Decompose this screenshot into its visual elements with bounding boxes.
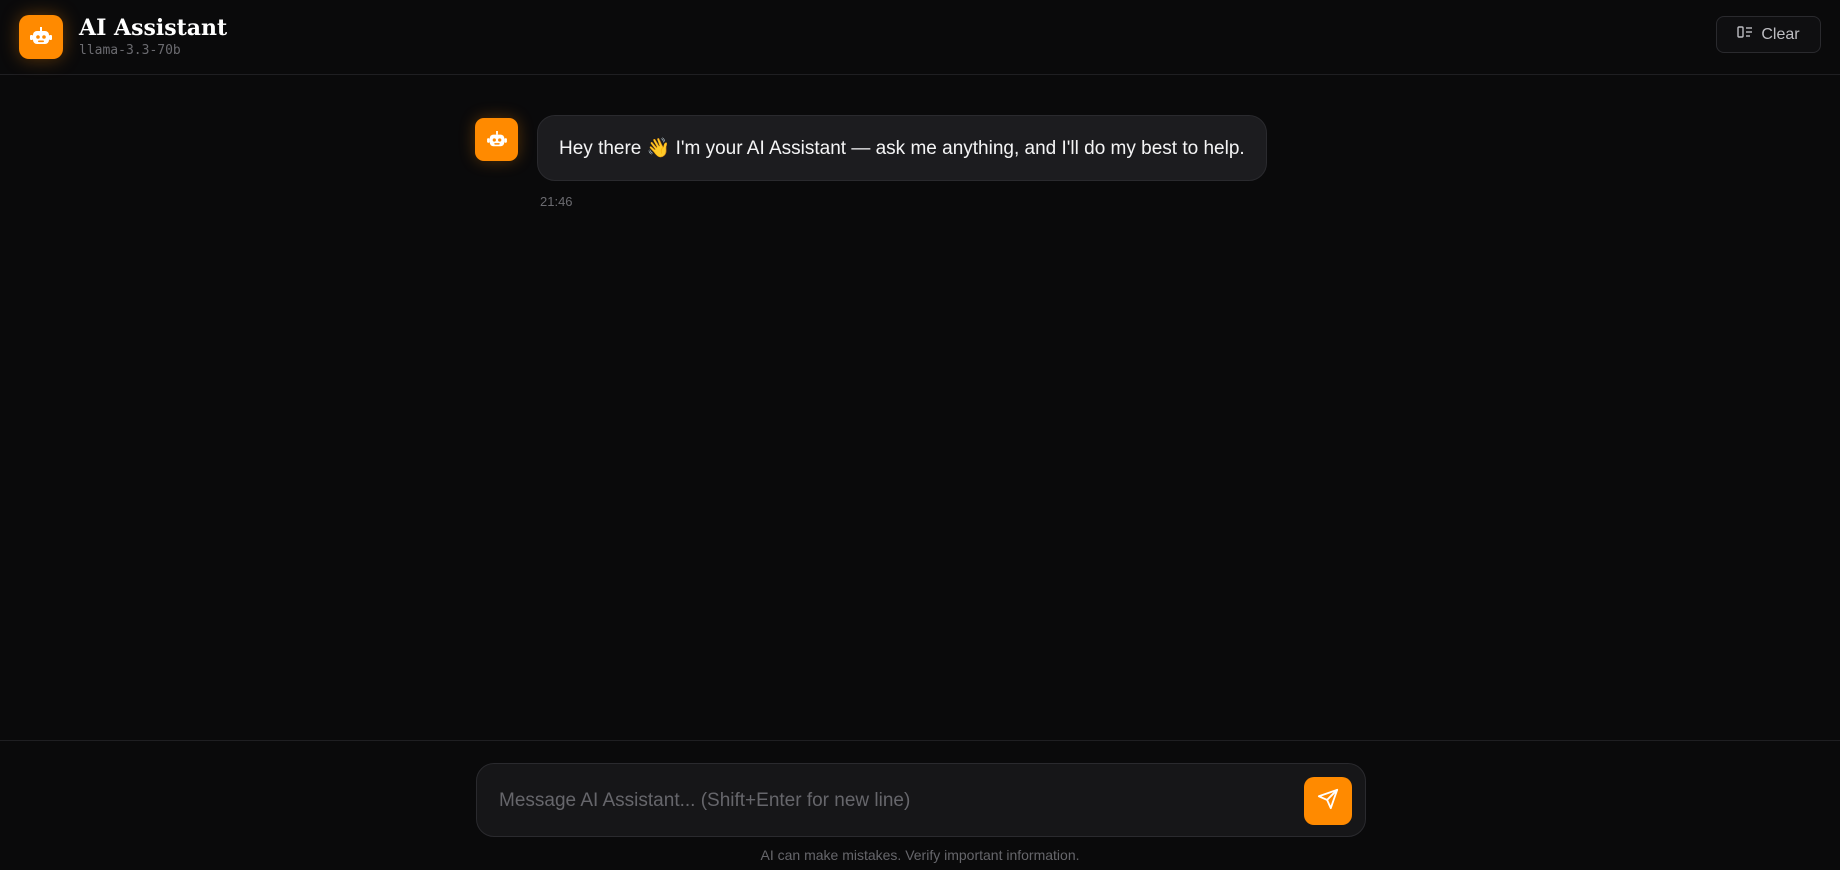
- assistant-message: Hey there 👋 I'm your AI Assistant — ask …: [475, 115, 1267, 181]
- robot-icon: [19, 15, 63, 59]
- clear-button[interactable]: Clear: [1716, 16, 1821, 53]
- robot-icon: [475, 118, 518, 161]
- chat-app: AI Assistant llama-3.3-70b Clear Hey the…: [0, 0, 1840, 870]
- brand: AI Assistant llama-3.3-70b: [79, 15, 227, 60]
- disclaimer-text: AI can make mistakes. Verify important i…: [760, 847, 1080, 863]
- app-title: AI Assistant: [79, 14, 228, 41]
- app-header: AI Assistant llama-3.3-70b Clear: [0, 0, 1840, 75]
- clear-label: Clear: [1761, 25, 1800, 43]
- message-list: Hey there 👋 I'm your AI Assistant — ask …: [0, 76, 1840, 740]
- sidebar-clear-icon: [1737, 25, 1753, 44]
- send-button[interactable]: [1304, 777, 1352, 825]
- message-timestamp: 21:46: [540, 194, 573, 209]
- message-input[interactable]: [499, 784, 1279, 818]
- model-name: llama-3.3-70b: [79, 42, 181, 58]
- message-bubble: Hey there 👋 I'm your AI Assistant — ask …: [537, 115, 1267, 181]
- composer: [476, 763, 1366, 837]
- composer-area: AI can make mistakes. Verify important i…: [0, 740, 1840, 870]
- send-icon: [1317, 788, 1339, 815]
